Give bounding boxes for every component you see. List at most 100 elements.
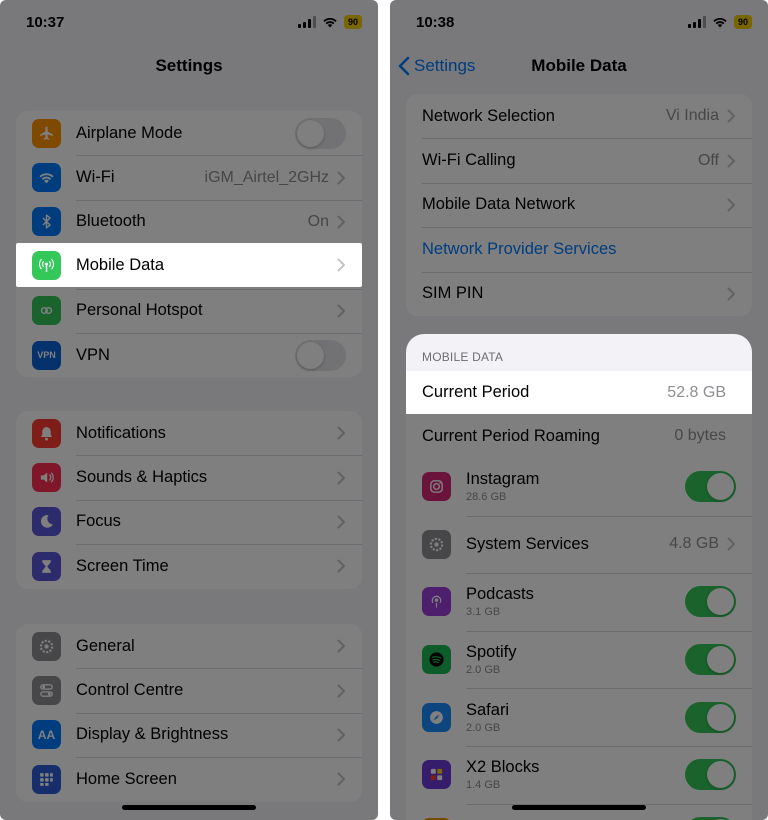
row-label: Airplane Mode [76, 123, 183, 142]
settings-row-bluetooth[interactable]: Bluetooth On [16, 199, 362, 244]
settings-row-wifi[interactable]: Wi-Fi iGM_Airtel_2GHz [16, 155, 362, 199]
row-label: Network Selection [422, 106, 555, 125]
podcasts-icon [422, 587, 451, 617]
mobile-data-screen: 10:38 90 Settings Mobile Data Network Se… [390, 0, 768, 820]
switches-icon [32, 676, 61, 706]
chevron-right-icon [337, 171, 345, 185]
app-name: Spotify [466, 643, 517, 662]
hourglass-icon [32, 551, 61, 581]
home-indicator [122, 805, 256, 810]
settings-row-mobile-data-highlighted[interactable]: Mobile Data [16, 243, 362, 288]
antenna-icon [32, 250, 61, 280]
row-label: Wi-Fi Calling [422, 151, 516, 170]
row-label: VPN [76, 345, 110, 364]
app-name: System Services [466, 534, 589, 553]
chevron-right-icon [727, 198, 735, 212]
app-data-size: 3.1 GB [466, 606, 501, 619]
row-label: Sounds & Haptics [76, 468, 208, 487]
settings-row-focus[interactable]: Focus [16, 499, 362, 544]
airplane-icon [32, 118, 61, 148]
chevron-right-icon [727, 287, 735, 301]
app-row-podcasts: Podcasts 3.1 GB [406, 573, 752, 631]
hotspot-icon [32, 296, 61, 326]
vpn-toggle[interactable] [295, 339, 346, 371]
row-value: iGM_Airtel_2GHz [204, 168, 329, 186]
row-label: Bluetooth [76, 212, 146, 231]
settings-row-general[interactable]: General [16, 624, 362, 668]
chevron-right-icon [337, 471, 345, 485]
highlighted-section: MOBILE DATA Current Period 52.8 GB [406, 334, 752, 414]
chevron-right-icon [337, 559, 345, 573]
blocks-icon [422, 760, 451, 790]
speaker-icon [32, 463, 61, 493]
battery-indicator: 90 [343, 15, 362, 29]
app-usage-value: 4.8 GB [669, 535, 719, 553]
page-title: Mobile Data [531, 56, 627, 75]
instagram-data-toggle[interactable] [685, 471, 736, 503]
row-value: On [307, 212, 329, 230]
current-period-label: Current Period [422, 383, 530, 401]
row-label: SIM PIN [422, 284, 484, 303]
instagram-icon [422, 472, 451, 502]
settings-row-sim-pin[interactable]: SIM PIN [406, 271, 752, 316]
settings-row-network-selection[interactable]: Network Selection Vi India [406, 94, 752, 138]
vpn-icon: VPN [32, 340, 61, 370]
apps-list: Instagram 28.6 GB System Services 4.8 GB Pod… [406, 458, 752, 820]
row-label: Mobile Data [76, 255, 165, 274]
settings-row-mobile-data-network[interactable]: Mobile Data Network [406, 182, 752, 227]
chevron-right-icon [337, 215, 345, 229]
chevron-right-icon [727, 109, 735, 123]
settings-row-vpn[interactable]: VPN VPN [16, 332, 362, 377]
notifications-group: Notifications Sounds & Haptics Focus Screen… [16, 411, 362, 589]
settings-row-wifi-calling[interactable]: Wi-Fi Calling Off [406, 138, 752, 182]
settings-row-hotspot[interactable]: Personal Hotspot [16, 288, 362, 333]
row-label: Control Centre [76, 681, 184, 700]
row-label: Screen Time [76, 556, 169, 575]
app-data-size: 2.0 GB [466, 664, 501, 677]
row-label: Mobile Data Network [422, 195, 576, 214]
chevron-right-icon [337, 728, 345, 742]
settings-row-control-centre[interactable]: Control Centre [16, 668, 362, 712]
x2-blocks-data-toggle[interactable] [685, 759, 736, 791]
bluetooth-icon [32, 207, 61, 237]
current-period-roaming-row: Current Period Roaming 0 bytes [406, 414, 752, 458]
row-label: General [76, 636, 135, 655]
section-header-mobile-data: MOBILE DATA [422, 350, 504, 364]
app-row-instagram: Instagram 28.6 GB [406, 458, 752, 516]
airplane-toggle[interactable] [295, 117, 346, 149]
aa-icon: AA [32, 720, 61, 750]
podcasts-data-toggle[interactable] [685, 586, 736, 618]
chevron-right-icon [727, 154, 735, 168]
grid-icon [32, 764, 61, 794]
settings-row-network-provider[interactable]: Network Provider Services [406, 227, 752, 271]
row-value: Vi India [665, 107, 719, 125]
safari-data-toggle[interactable] [685, 701, 736, 733]
cellular-signal-icon [297, 16, 316, 28]
settings-row-airplane[interactable]: Airplane Mode [16, 111, 362, 155]
settings-row-display[interactable]: AA Display & Brightness [16, 712, 362, 757]
cellular-signal-icon [687, 16, 706, 28]
status-time: 10:38 [416, 14, 455, 31]
app-name: Podcasts [466, 585, 534, 604]
settings-row-screen-time[interactable]: Screen Time [16, 544, 362, 588]
wifi-icon [32, 163, 61, 193]
chevron-right-icon [337, 258, 345, 272]
settings-row-home-screen[interactable]: Home Screen [16, 757, 362, 801]
settings-screen: 10:37 90 Settings Airplane Mode Wi-Fi iGM_… [0, 0, 378, 820]
chevron-right-icon [337, 684, 345, 698]
status-time: 10:37 [26, 14, 65, 31]
spotify-data-toggle[interactable] [685, 644, 736, 676]
moon-icon [32, 507, 61, 537]
app-row-x2-blocks: X2 Blocks 1.4 GB [406, 745, 752, 804]
row-label: Notifications [76, 423, 166, 442]
gear-icon [32, 631, 61, 661]
chevron-right-icon [337, 772, 345, 786]
settings-row-sounds[interactable]: Sounds & Haptics [16, 455, 362, 499]
app-row-system-services[interactable]: System Services 4.8 GB [406, 515, 752, 574]
app-name: Instagram [466, 470, 540, 489]
current-period-value: 52.8 GB [667, 383, 726, 401]
home-indicator [512, 805, 646, 810]
chevron-right-icon [337, 426, 345, 440]
wifi-status-icon [713, 17, 727, 28]
settings-row-notifications[interactable]: Notifications [16, 411, 362, 455]
